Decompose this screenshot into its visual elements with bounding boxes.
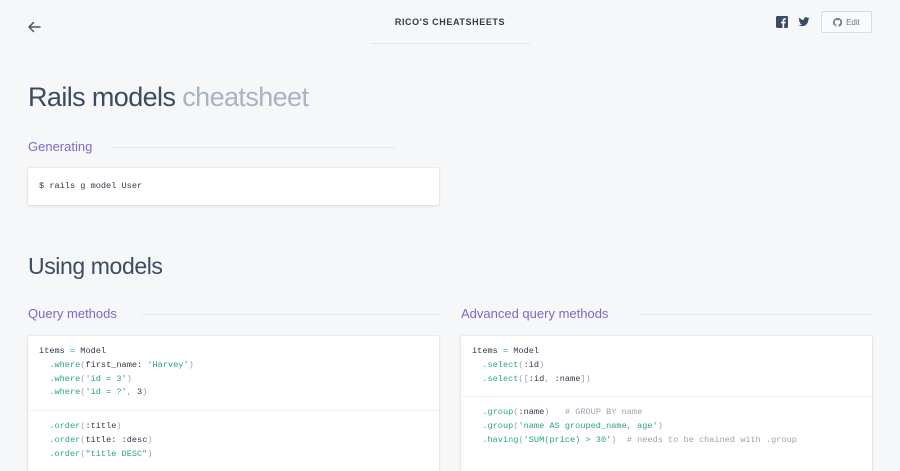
code-token: "title DESC"	[85, 448, 148, 459]
heading-advanced-query: Advanced query methods	[461, 306, 609, 321]
code-token: .where	[39, 359, 81, 370]
generating-code-card: $ rails g model User	[28, 168, 439, 205]
code-line: .select([:id, :name])	[472, 373, 861, 387]
code-token: first_name:	[85, 359, 143, 370]
code-line: .where(first_name: 'Harvey')	[39, 359, 428, 373]
brand-underline	[370, 43, 530, 44]
code-token: # GROUP BY name	[549, 407, 643, 418]
code-line: .having('SUM(price) > 30') # needs to be…	[472, 434, 861, 448]
code-token: 'name AS grouped_name, age'	[518, 421, 658, 432]
code-token: .where	[39, 373, 81, 384]
back-arrow-icon[interactable]	[26, 19, 42, 35]
code-line: .group('name AS grouped_name, age')	[472, 420, 861, 434]
code-token: .where	[39, 387, 81, 398]
code-token: )	[126, 373, 132, 384]
code-token: Model	[508, 346, 540, 356]
code-token: )	[147, 448, 153, 459]
code-line: items = Model	[39, 345, 428, 359]
code-line: .order(title: :desc)	[39, 434, 428, 448]
code-token: items	[39, 346, 70, 356]
code-token: )	[188, 359, 194, 370]
code-token: :id	[528, 373, 545, 384]
code-block: .order(:title) .order(title: :desc) .ord…	[28, 410, 439, 471]
code-line: .select(:id)	[472, 359, 861, 373]
code-line: .order("title DESC")	[39, 448, 428, 462]
code-token: .order	[39, 434, 81, 445]
code-token: Model	[75, 346, 107, 356]
code-line: .group(:name) # GROUP BY name	[472, 406, 861, 420]
code-token: ])	[580, 373, 591, 384]
code-token: .order	[39, 421, 81, 432]
code-line: .where('id = 3')	[39, 373, 428, 387]
top-bar: RICO'S CHEATSHEETS Edit	[0, 0, 900, 48]
heading-generating-rule	[112, 147, 395, 148]
code-token: )	[657, 421, 663, 432]
code-token: :title	[85, 421, 117, 432]
code-token: 'SUM(price) > 30'	[523, 434, 612, 445]
code-line: .where('id = ?', 3)	[39, 386, 428, 400]
code-token: :name	[554, 373, 581, 384]
code-token: ,	[544, 373, 555, 384]
code-block: .group(:name) # GROUP BY name .group('na…	[461, 396, 872, 457]
code-token: :name	[518, 407, 545, 418]
code-token: )	[539, 359, 545, 370]
code-block: items = Model .select(:id) .select([:id,…	[461, 336, 872, 396]
code-token: # needs to be chained with .group	[616, 434, 797, 445]
code-line: items = Model	[472, 345, 861, 359]
code-token: .select	[472, 359, 519, 370]
facebook-icon[interactable]	[776, 16, 788, 28]
query-code: items = Model .where(first_name: 'Harvey…	[28, 336, 439, 471]
code-token: ,	[126, 387, 138, 398]
generating-command: $ rails g model User	[39, 181, 143, 191]
code-token: title:	[85, 434, 117, 445]
page-title-muted: cheatsheet	[182, 82, 309, 112]
heading-query-rule	[142, 314, 439, 315]
code-token: )	[147, 434, 153, 445]
code-token: 'id = ?'	[85, 387, 127, 398]
code-token: .select	[472, 373, 519, 384]
heading-query-methods: Query methods	[28, 306, 117, 321]
heading-generating: Generating	[28, 139, 93, 154]
code-token: .group	[472, 407, 514, 418]
page-title: Rails models cheatsheet	[28, 82, 309, 113]
twitter-icon[interactable]	[798, 16, 810, 28]
code-token: :id	[523, 359, 540, 370]
brand-link[interactable]: RICO'S CHEATSHEETS	[370, 17, 530, 27]
code-token: .order	[39, 448, 81, 459]
edit-label: Edit	[846, 17, 860, 27]
code-token: )	[116, 421, 122, 432]
github-icon	[833, 17, 843, 27]
advanced-query-card: items = Model .select(:id) .select([:id,…	[461, 336, 872, 471]
code-token: 'id = 3'	[85, 373, 127, 384]
code-token: :desc	[121, 434, 148, 445]
page-title-main: Rails models	[28, 82, 176, 112]
edit-button[interactable]: Edit	[821, 11, 872, 33]
code-token: .group	[472, 421, 514, 432]
code-block: items = Model .where(first_name: 'Harvey…	[28, 336, 439, 410]
code-token: 'Harvey'	[147, 359, 189, 370]
heading-advanced-rule	[640, 314, 872, 315]
code-token: )	[142, 387, 148, 398]
advanced-code: items = Model .select(:id) .select([:id,…	[461, 336, 872, 458]
code-token: .having	[472, 434, 519, 445]
code-line: .order(:title)	[39, 420, 428, 434]
heading-using-models: Using models	[28, 253, 163, 279]
query-methods-card: items = Model .where(first_name: 'Harvey…	[28, 336, 439, 471]
code-token: items	[472, 346, 503, 356]
code-token: ([	[518, 373, 529, 384]
